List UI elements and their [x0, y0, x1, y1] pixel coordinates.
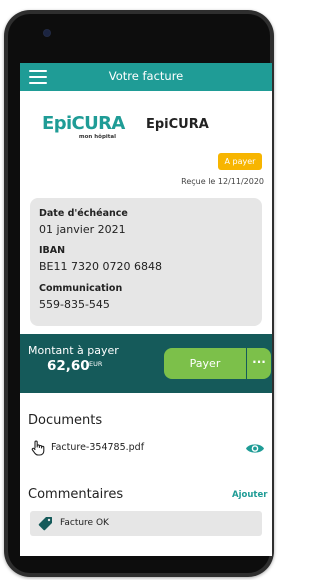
app-screen: Votre facture EpiCURA mon hôpital EpiCUR…: [20, 63, 272, 556]
hand-pointer-icon: [31, 440, 45, 456]
logo-tagline: mon hôpital: [78, 134, 116, 140]
iban-value: BE11 7320 0720 6848: [39, 260, 162, 273]
logo-wordmark: EpiCURA: [42, 113, 125, 134]
amount-value: 62,60: [47, 358, 90, 374]
pay-button[interactable]: Payer: [164, 348, 246, 379]
payment-bar: Montant à payer 62,60 EUR Payer ···: [20, 334, 272, 393]
provider-name: EpiCURA: [146, 117, 209, 132]
received-date: Reçue le 12/11/2020: [181, 177, 264, 186]
add-comment-link[interactable]: Ajouter: [232, 490, 267, 500]
communication-value: 559-835-545: [39, 298, 110, 311]
front-camera: [44, 30, 50, 36]
invoice-details-card: Date d'échéance 01 janvier 2021 IBAN BE1…: [30, 198, 262, 326]
due-date-value: 01 janvier 2021: [39, 223, 126, 236]
app-header: Votre facture: [20, 63, 272, 91]
comments-title: Commentaires: [28, 487, 124, 502]
documents-title: Documents: [28, 413, 103, 428]
tag-icon: [38, 517, 52, 531]
due-date-label: Date d'échéance: [39, 208, 128, 219]
document-name: Facture-354785.pdf: [51, 442, 145, 453]
provider-logo: EpiCURA mon hôpital: [42, 113, 125, 145]
document-row[interactable]: Facture-354785.pdf: [20, 438, 272, 460]
amount-label: Montant à payer: [28, 344, 119, 357]
more-options-button[interactable]: ···: [247, 348, 271, 379]
phone-frame: Votre facture EpiCURA mon hôpital EpiCUR…: [4, 10, 274, 577]
comment-text: Facture OK: [60, 518, 109, 528]
eye-icon[interactable]: [245, 442, 265, 455]
iban-label: IBAN: [39, 245, 66, 256]
communication-label: Communication: [39, 283, 123, 294]
amount-currency: EUR: [89, 360, 103, 368]
comment-item: Facture OK: [30, 511, 262, 536]
page-title: Votre facture: [108, 69, 184, 83]
status-badge: A payer: [218, 153, 262, 170]
